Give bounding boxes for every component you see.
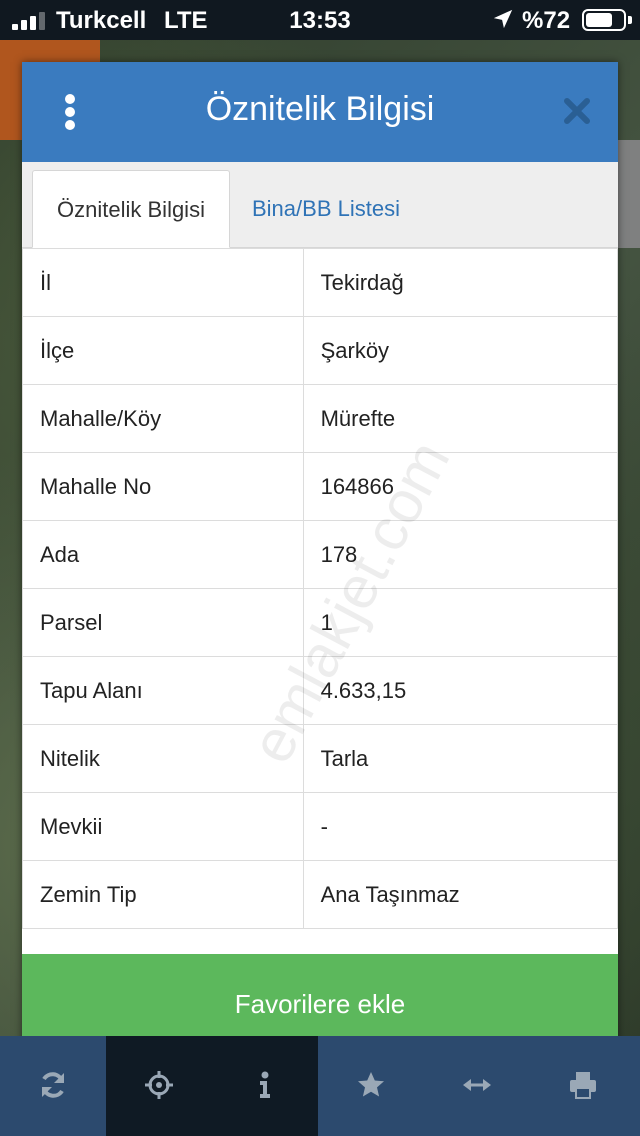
table-row: Mahalle No 164866 xyxy=(22,452,618,521)
dialog-title: Öznitelik Bilgisi xyxy=(205,90,435,128)
battery-percent: %72 xyxy=(522,7,571,34)
table-row: Parsel 1 xyxy=(22,588,618,657)
attribute-key: İlçe xyxy=(22,316,304,385)
table-row: Tapu Alanı 4.633,15 xyxy=(22,656,618,725)
print-button[interactable] xyxy=(530,1036,636,1136)
attribute-key: Nitelik xyxy=(22,724,304,793)
attribute-value: 1 xyxy=(302,588,618,657)
attribute-key: Mahalle/Köy xyxy=(22,384,304,453)
locate-button[interactable] xyxy=(106,1036,212,1136)
attribute-table: İl Tekirdağ İlçe Şarköy Mahalle/Köy Mürefte Ma… xyxy=(22,248,618,929)
dialog-header: Öznitelik Bilgisi xyxy=(22,62,618,162)
crosshair-icon xyxy=(145,1071,173,1099)
table-row: Ada 178 xyxy=(22,520,618,589)
attribute-key: Tapu Alanı xyxy=(22,656,304,725)
bottom-toolbar xyxy=(0,1036,640,1136)
close-icon[interactable] xyxy=(562,96,592,126)
attribute-value: 164866 xyxy=(302,452,618,521)
favorites-button[interactable] xyxy=(318,1036,424,1136)
attribute-value: Mürefte xyxy=(302,384,618,453)
tab-bar: Öznitelik Bilgisi Bina/BB Listesi xyxy=(22,162,618,248)
table-row: İlçe Şarköy xyxy=(22,316,618,385)
attribute-table-container[interactable]: İl Tekirdağ İlçe Şarköy Mahalle/Köy Mürefte Ma… xyxy=(22,248,618,954)
table-row: Nitelik Tarla xyxy=(22,724,618,793)
refresh-button[interactable] xyxy=(0,1036,106,1136)
print-icon xyxy=(570,1072,596,1099)
info-icon xyxy=(260,1071,270,1098)
battery-cap xyxy=(628,16,632,24)
attribute-value: Tarla xyxy=(302,724,618,793)
battery-icon xyxy=(582,9,626,31)
status-bar: Turkcell LTE 13:53 %72 xyxy=(0,0,640,40)
tab-building-list[interactable]: Bina/BB Listesi xyxy=(234,170,418,248)
attribute-key: Ada xyxy=(22,520,304,589)
attribute-value: Ana Taşınmaz xyxy=(302,860,618,929)
measure-arrows-icon xyxy=(463,1079,491,1091)
map-edge xyxy=(618,140,640,248)
attribute-value: - xyxy=(302,792,618,861)
attribute-value: Tekirdağ xyxy=(302,248,618,317)
attribute-key: Mahalle No xyxy=(22,452,304,521)
location-arrow-icon xyxy=(493,9,513,29)
attribute-key: Mevkii xyxy=(22,792,304,861)
table-row: Zemin Tip Ana Taşınmaz xyxy=(22,860,618,929)
attribute-key: Zemin Tip xyxy=(22,860,304,929)
info-button[interactable] xyxy=(212,1036,318,1136)
tab-attribute-info[interactable]: Öznitelik Bilgisi xyxy=(32,170,230,248)
star-icon xyxy=(358,1072,384,1097)
attribute-value: 4.633,15 xyxy=(302,656,618,725)
attribute-dialog: Öznitelik Bilgisi Öznitelik Bilgisi Bina… xyxy=(22,62,618,1054)
refresh-icon xyxy=(42,1072,64,1098)
table-row: Mahalle/Köy Mürefte xyxy=(22,384,618,453)
measure-button[interactable] xyxy=(424,1036,530,1136)
attribute-key: İl xyxy=(22,248,304,317)
attribute-value: Şarköy xyxy=(302,316,618,385)
attribute-value: 178 xyxy=(302,520,618,589)
table-row: Mevkii - xyxy=(22,792,618,861)
attribute-key: Parsel xyxy=(22,588,304,657)
table-row: İl Tekirdağ xyxy=(22,248,618,317)
